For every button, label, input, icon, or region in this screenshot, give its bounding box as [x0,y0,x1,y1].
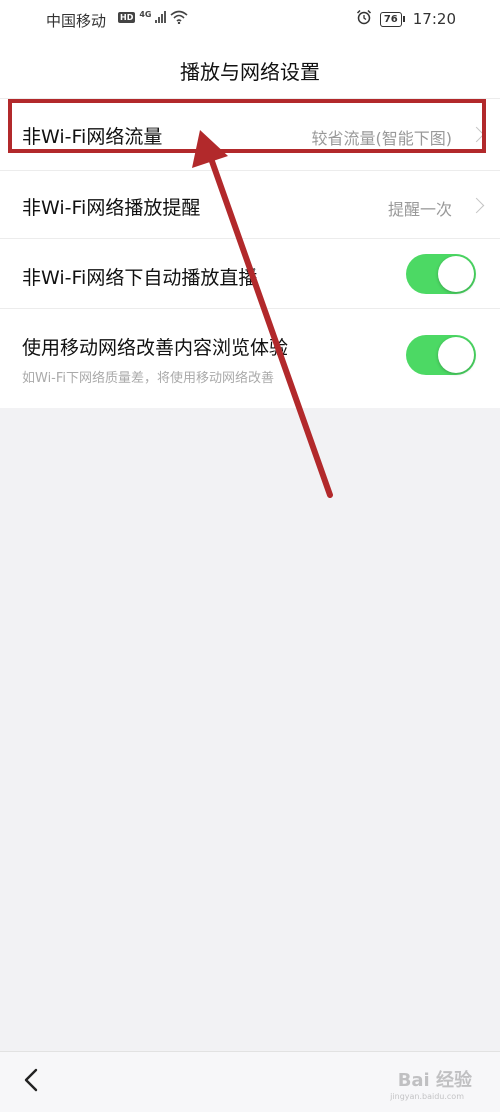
watermark-logo: Bai 经验 [397,1070,472,1091]
back-arrow-icon [24,1068,38,1092]
annotation-arrow-icon [192,130,333,498]
back-button[interactable] [14,1062,50,1098]
watermark-url: jingyan.baidu.com [390,1092,464,1101]
bottom-bar: Bai 经验 jingyan.baidu.com [0,1051,500,1112]
